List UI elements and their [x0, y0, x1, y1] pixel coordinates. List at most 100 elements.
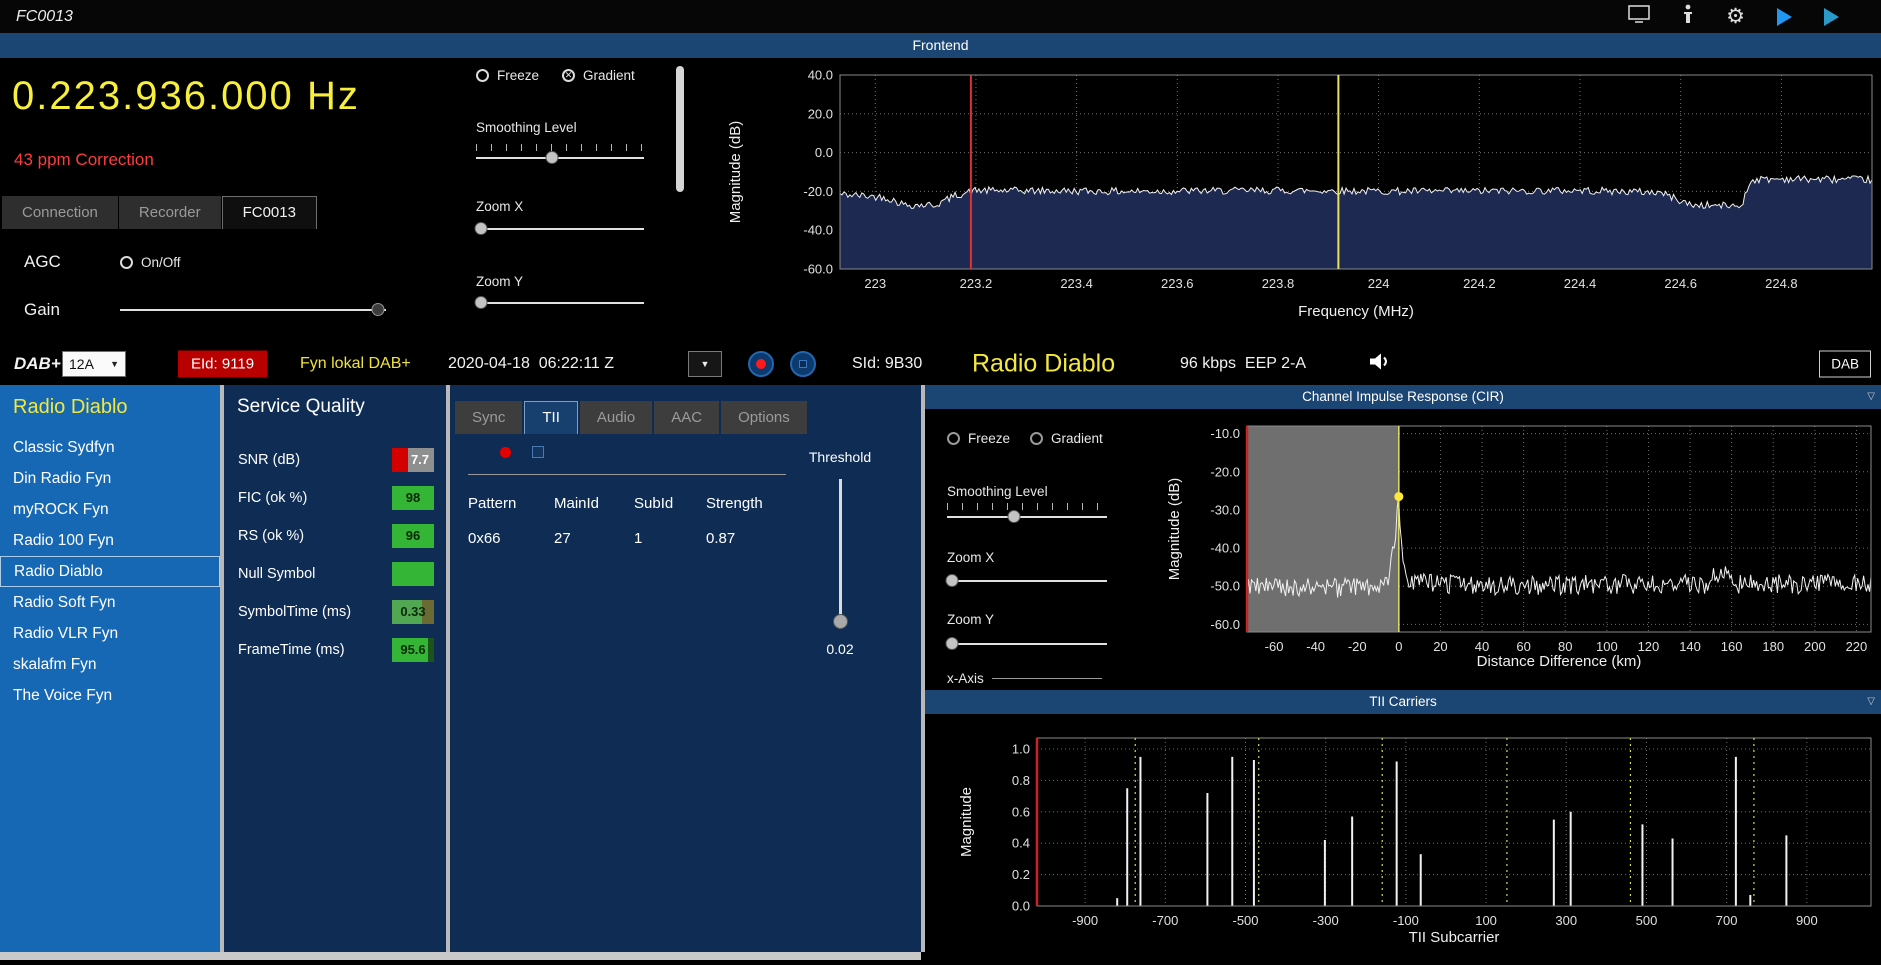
tab-recorder[interactable]: Recorder: [118, 196, 221, 229]
agc-row: AGC On/Off: [24, 248, 181, 276]
spectrum-plot[interactable]: 40.0 20.0 0.0 -20.0 -40.0 -60.0 223 223.2 223.4 2…: [690, 58, 1881, 342]
svg-text:0.0: 0.0: [815, 145, 833, 160]
slider-thumb[interactable]: [945, 637, 959, 650]
cir-zoom-y-label: Zoom Y: [947, 612, 995, 627]
svg-text:-60: -60: [1265, 639, 1284, 654]
svg-text:TII Subcarrier: TII Subcarrier: [1409, 929, 1500, 946]
dab-mode-label: DAB+: [14, 353, 61, 373]
svg-text:1.0: 1.0: [1012, 741, 1030, 756]
cir-zoom-y-slider[interactable]: [945, 637, 1107, 651]
slider-thumb[interactable]: [371, 303, 385, 316]
tab-connection[interactable]: Connection: [2, 196, 118, 229]
station-item[interactable]: Classic Sydfyn: [0, 432, 220, 463]
gain-slider[interactable]: [120, 303, 386, 317]
svg-text:700: 700: [1716, 913, 1738, 928]
svg-text:0: 0: [1395, 639, 1402, 654]
cir-panel-title: Channel Impulse Response (CIR): [1302, 389, 1504, 404]
table-header-row: Pattern MainId SubId Strength: [468, 495, 798, 512]
cir-panel-header: Channel Impulse Response (CIR) ▽: [925, 385, 1881, 409]
ensemble-id-badge: EId: 9119: [178, 350, 268, 377]
zoom-y-label: Zoom Y: [476, 274, 524, 289]
svg-text:224: 224: [1368, 276, 1390, 291]
ppm-correction: 43 ppm Correction: [14, 150, 154, 169]
freeze-label: Freeze: [497, 68, 540, 83]
station-item[interactable]: Radio Soft Fyn: [0, 587, 220, 618]
cir-smoothing-label: Smoothing Level: [947, 484, 1048, 499]
slider-thumb[interactable]: [474, 296, 488, 309]
play-icon[interactable]: [1777, 7, 1792, 26]
tii-carriers-plot[interactable]: 0.0 0.2 0.4 0.6 0.8 1.0 -900 -700 -500 -300 -100 10…: [925, 714, 1881, 960]
tab-tii[interactable]: TII: [524, 401, 578, 434]
speaker-icon[interactable]: [1368, 350, 1394, 377]
frequency-unit: Hz: [306, 74, 360, 118]
decoder-panel: Sync TII Audio AAC Options Pattern MainId SubI…: [450, 385, 921, 952]
window-icon[interactable]: [1628, 5, 1650, 28]
frontend-tabs: Connection Recorder FC0013: [2, 196, 318, 229]
station-item[interactable]: The Voice Fyn: [0, 680, 220, 711]
settings-gear-icon[interactable]: ⚙: [1726, 6, 1745, 27]
gradient-radio[interactable]: Gradient: [562, 68, 635, 83]
metric-value-box: 96: [392, 524, 434, 548]
station-item[interactable]: skalafm Fyn: [0, 649, 220, 680]
slider-thumb[interactable]: [545, 151, 559, 164]
slider-thumb[interactable]: [1007, 510, 1021, 523]
slider-track: [947, 643, 1107, 645]
tab-fc0013[interactable]: FC0013: [221, 196, 317, 229]
dab-status-bar: DAB+ 12A ▼ EId: 9119 Fyn lokal DAB+ 2020…: [0, 342, 1881, 385]
smoothing-slider[interactable]: [476, 151, 644, 165]
slider-thumb[interactable]: [833, 614, 848, 629]
zoom-x-slider[interactable]: [474, 222, 644, 236]
tab-sync[interactable]: Sync: [455, 401, 523, 434]
record-button[interactable]: [748, 350, 774, 377]
vertical-scrollbar[interactable]: [676, 66, 684, 192]
station-item[interactable]: myROCK Fyn: [0, 494, 220, 525]
svg-text:Magnitude: Magnitude: [958, 787, 975, 857]
service-quality-row: FIC (ok %) 98: [224, 479, 446, 517]
cir-gradient-radio[interactable]: Gradient: [1030, 431, 1103, 446]
table-row: 0x66 27 1 0.87: [468, 530, 798, 547]
tab-options[interactable]: Options: [721, 401, 807, 434]
recorder-dropdown[interactable]: ▼: [688, 350, 722, 377]
info-icon[interactable]: [1682, 4, 1694, 29]
cir-zoom-x-label: Zoom X: [947, 550, 995, 565]
collapse-icon[interactable]: ▽: [1867, 690, 1875, 714]
collapse-icon[interactable]: ▽: [1867, 385, 1875, 409]
freeze-radio[interactable]: Freeze: [476, 68, 539, 83]
station-list: Classic Sydfyn Din Radio Fyn myROCK Fyn Rad…: [0, 432, 220, 711]
slider-track: [839, 479, 842, 629]
slider-track: [476, 228, 644, 230]
separator: [991, 678, 1102, 679]
slider-thumb[interactable]: [945, 574, 959, 587]
cir-smoothing-slider[interactable]: [947, 510, 1107, 524]
slider-track: [476, 157, 644, 159]
cir-zoom-x-slider[interactable]: [945, 574, 1107, 588]
stop-button[interactable]: [790, 350, 816, 377]
frontend-body: 0.223.936.000 Hz 43 ppm Correction Conne…: [0, 58, 1881, 342]
channel-select[interactable]: 12A ▼: [62, 350, 126, 377]
cir-plot[interactable]: -10.0 -20.0 -30.0 -40.0 -50.0 -60.0 -60 -40 -20 0…: [1165, 409, 1881, 690]
tab-aac[interactable]: AAC: [654, 401, 720, 434]
station-item[interactable]: Din Radio Fyn: [0, 463, 220, 494]
metric-value-box: [392, 562, 434, 586]
radio-circle-icon: [947, 432, 960, 445]
slider-track: [120, 309, 386, 311]
horizontal-scrollbar[interactable]: [0, 952, 921, 960]
threshold-slider[interactable]: [832, 479, 848, 629]
metric-value-box: 7.7: [392, 448, 434, 472]
cir-x-axis-label: x-Axis: [947, 671, 984, 686]
station-item[interactable]: Radio 100 Fyn: [0, 525, 220, 556]
svg-text:40.0: 40.0: [808, 68, 833, 83]
station-item[interactable]: Radio Diablo: [0, 556, 220, 587]
smoothing-ruler: [476, 144, 644, 151]
play-alt-icon[interactable]: [1824, 7, 1839, 26]
svg-text:223.2: 223.2: [960, 276, 993, 291]
station-item[interactable]: Radio VLR Fyn: [0, 618, 220, 649]
svg-text:-40.0: -40.0: [1210, 541, 1240, 556]
zoom-y-slider[interactable]: [474, 296, 644, 310]
service-quality-rows: SNR (dB) 7.7 FIC (ok %) 98 RS (ok %) 96 Null S…: [224, 441, 446, 669]
tab-audio[interactable]: Audio: [579, 401, 653, 434]
cir-freeze-radio[interactable]: Freeze: [947, 431, 1010, 446]
agc-toggle[interactable]: On/Off: [120, 255, 181, 270]
slider-thumb[interactable]: [474, 222, 488, 235]
metric-label: SymbolTime (ms): [238, 604, 352, 620]
